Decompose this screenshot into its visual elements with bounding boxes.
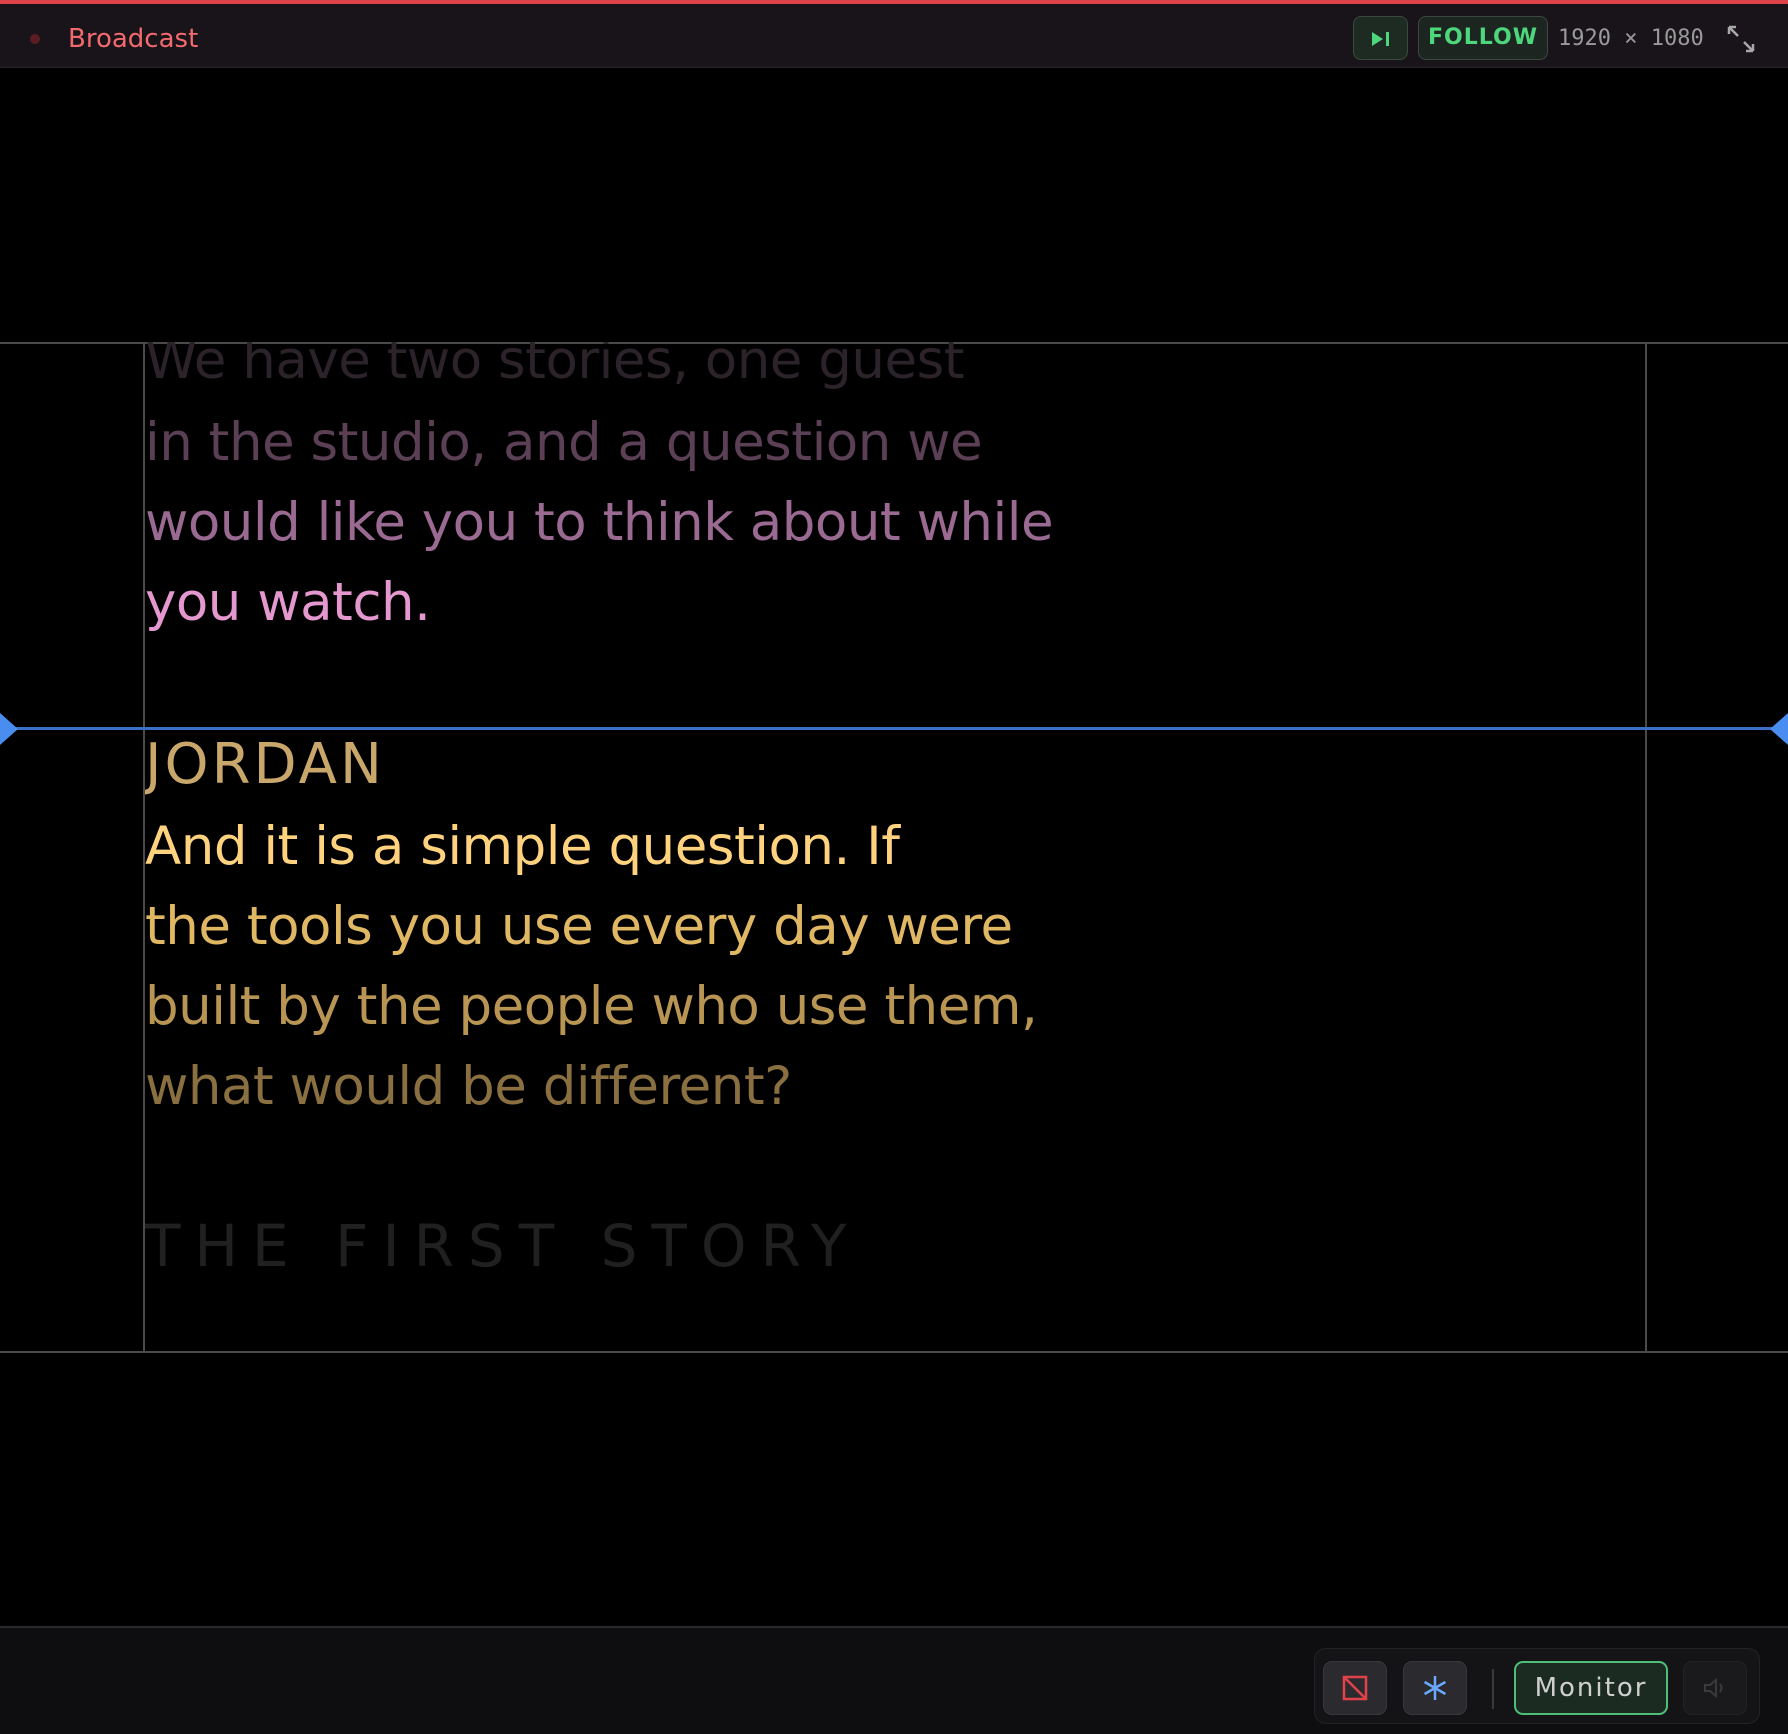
top-bar: Broadcast FOLLOW 1920 × 1080 [0, 0, 1788, 68]
step-forward-button[interactable] [1353, 16, 1408, 60]
no-screen-button[interactable] [1323, 1661, 1387, 1715]
script-line-current: And it is a simple question. If [145, 816, 900, 877]
toolbar-divider [1492, 1669, 1494, 1709]
resolution-readout: 1920 × 1080 [1558, 26, 1704, 51]
volume-icon [1704, 1677, 1723, 1699]
script-line: We have two stories, one guest [145, 342, 965, 391]
monitor-button[interactable]: Monitor [1514, 1661, 1668, 1715]
asterisk-button[interactable] [1403, 1661, 1467, 1715]
cue-marker-left-icon[interactable] [0, 713, 18, 745]
next-story-heading: THE FIRST STORY [145, 1212, 861, 1280]
volume-button[interactable] [1683, 1661, 1747, 1715]
right-margin-guide [1645, 342, 1647, 1353]
speaker-name: JORDAN [145, 732, 385, 797]
script-line: built by the people who use them, [145, 976, 1038, 1037]
expand-icon[interactable] [1726, 24, 1756, 59]
script-line: you watch. [145, 572, 431, 633]
script-line: would like you to think about while [145, 492, 1054, 553]
no-screen-icon [1342, 1675, 1368, 1701]
teleprompter-script: We have two stories, one guest in the st… [145, 342, 1645, 1352]
record-indicator [30, 34, 40, 44]
script-line: what would be different? [145, 1056, 792, 1117]
control-group: Monitor [1314, 1648, 1760, 1724]
script-line: the tools you use every day were [145, 896, 1013, 957]
follow-button[interactable]: FOLLOW [1418, 16, 1548, 60]
bottom-bar: Monitor [0, 1626, 1788, 1734]
cue-line[interactable] [0, 727, 1788, 730]
script-line: in the studio, and a question we [145, 412, 983, 473]
step-forward-icon [1372, 32, 1389, 46]
window-title: Broadcast [68, 24, 199, 54]
cue-marker-right-icon[interactable] [1770, 713, 1788, 745]
asterisk-icon [1423, 1676, 1447, 1700]
